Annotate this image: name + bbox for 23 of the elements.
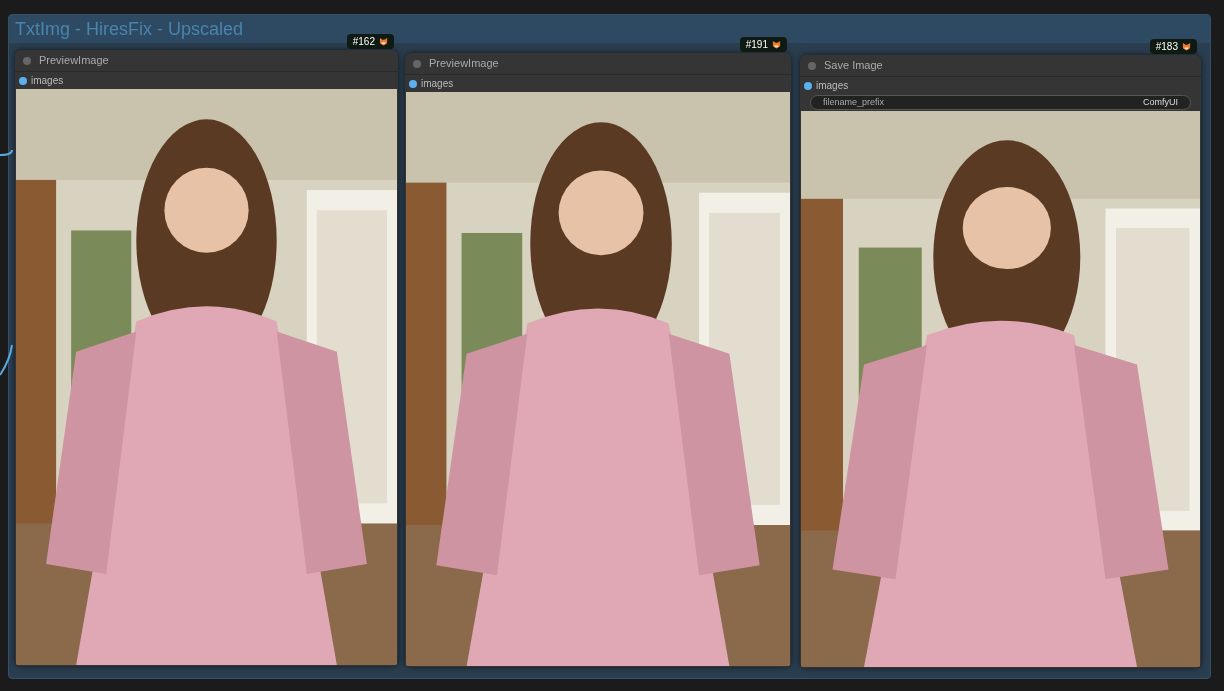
node-panel[interactable]: PreviewImage images bbox=[15, 50, 398, 666]
node-id: #191 bbox=[745, 38, 768, 52]
fox-icon bbox=[1182, 42, 1191, 51]
text-widget[interactable]: filename_prefix ComfyUI bbox=[810, 95, 1191, 110]
input-socket-icon[interactable] bbox=[804, 81, 812, 90]
input-socket-icon[interactable] bbox=[19, 76, 27, 85]
fox-icon bbox=[772, 40, 781, 49]
group-panel[interactable]: TxtImg - HiresFix - Upscaled #162 PreviewImage images #191 PreviewImage images #183 Save Image images filename_prefix ComfyUI bbox=[8, 14, 1211, 679]
node-title: PreviewImage bbox=[429, 56, 499, 72]
input-label: images bbox=[31, 74, 64, 88]
node-title: Save Image bbox=[824, 58, 883, 74]
node-id: #162 bbox=[352, 35, 375, 49]
node-id: #183 bbox=[1155, 40, 1178, 54]
node-title: PreviewImage bbox=[39, 53, 109, 69]
widget-value: ComfyUI bbox=[1143, 95, 1178, 109]
widget-label: filename_prefix bbox=[823, 95, 885, 109]
input-socket-icon[interactable] bbox=[409, 79, 417, 88]
node-panel[interactable]: Save Image images filename_prefix ComfyUI bbox=[800, 55, 1201, 668]
input-label: images bbox=[421, 77, 454, 91]
node-panel[interactable]: PreviewImage images bbox=[405, 53, 791, 667]
input-label: images bbox=[816, 79, 849, 93]
fox-icon bbox=[379, 37, 388, 46]
group-title: TxtImg - HiresFix - Upscaled bbox=[15, 17, 244, 41]
